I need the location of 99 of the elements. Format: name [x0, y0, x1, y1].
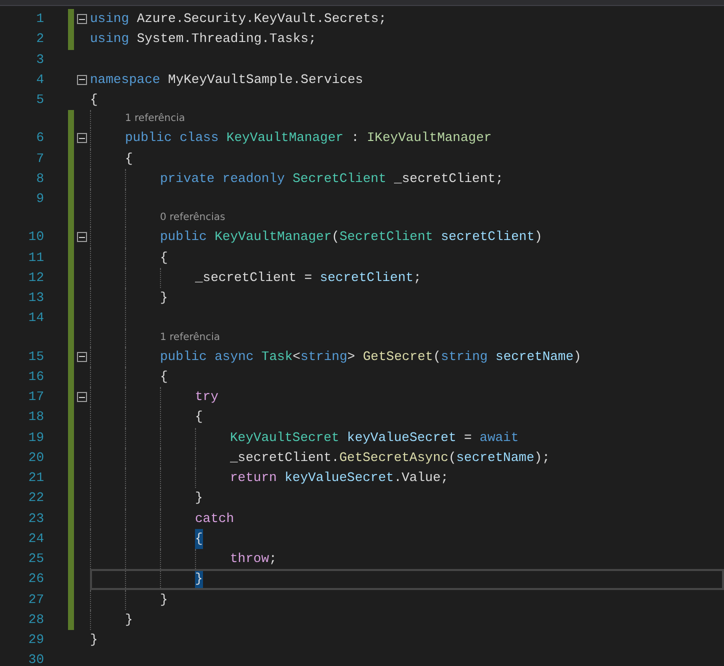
line-number: 15: [27, 348, 44, 366]
line-number: 18: [27, 408, 44, 426]
identifier: secretClient: [440, 228, 534, 246]
line-number: 23: [27, 510, 44, 528]
code-text: );: [534, 448, 550, 467]
line-number: 10: [27, 228, 44, 246]
identifier: secretClient: [320, 268, 414, 287]
code-text: System.Threading.Tasks;: [136, 30, 316, 48]
code-text: (: [332, 228, 340, 246]
type-name: KeyVaultSecret: [230, 428, 340, 446]
method-name: GetSecretAsync: [339, 448, 448, 467]
identifier: keyValueSecret: [347, 428, 456, 446]
method-name: GetSecret: [362, 348, 434, 366]
matched-brace: }: [195, 569, 203, 590]
keyword: string: [300, 348, 348, 366]
line-number: 4: [35, 70, 44, 89]
line-number: 14: [27, 309, 44, 328]
identifier: secretName: [496, 348, 574, 366]
code-text: {: [125, 150, 133, 168]
type-name: SecretClient: [339, 228, 434, 246]
code-text: _secretClient.: [230, 448, 340, 467]
keyword: await: [480, 428, 519, 446]
identifier: secretName: [456, 448, 534, 467]
reference-count-link[interactable]: 0 referências: [160, 209, 226, 228]
collapse-icon[interactable]: [77, 74, 87, 85]
line-number: 12: [27, 268, 44, 287]
keyword: public: [160, 228, 208, 246]
line-number: 9: [35, 190, 44, 208]
line-number: 2: [35, 30, 44, 48]
code-text: Azure.Security.KeyVault.Secrets;: [136, 10, 386, 28]
keyword: using: [90, 30, 130, 48]
type-name: KeyVaultManager: [226, 129, 344, 148]
line-number: 28: [27, 610, 44, 629]
code-text: :: [350, 129, 360, 148]
line-number: 25: [27, 550, 44, 568]
keyword: public async: [160, 348, 255, 366]
keyword: public class: [125, 129, 220, 148]
keyword: string: [440, 348, 489, 366]
keyword: private readonly: [160, 170, 286, 188]
line-number: 7: [35, 150, 44, 168]
type-name: KeyVaultManager: [214, 228, 332, 246]
keyword: catch: [195, 510, 234, 528]
line-number: 29: [27, 631, 44, 649]
code-text: MyKeyVaultSample.Services: [168, 70, 364, 89]
keyword: return: [230, 469, 278, 487]
collapse-icon[interactable]: [77, 133, 87, 144]
line-number: 1: [35, 10, 44, 28]
code-text: }: [125, 610, 133, 629]
line-number: 24: [27, 530, 44, 548]
code-text: {: [160, 248, 168, 266]
line-number: 26: [27, 570, 44, 588]
identifier: keyValueSecret: [284, 469, 394, 487]
line-number: 30: [27, 651, 44, 666]
code-text: <: [292, 348, 300, 366]
keyword: try: [195, 388, 218, 406]
matched-brace: {: [195, 528, 203, 549]
code-text: ;: [413, 268, 422, 287]
line-number: 13: [27, 289, 44, 307]
code-text: _secretClient;: [394, 170, 504, 188]
code-text: >: [347, 348, 356, 366]
line-number: 5: [35, 91, 44, 109]
keyword: namespace: [90, 70, 162, 89]
line-number: 17: [27, 388, 44, 406]
code-text: .Value;: [394, 469, 448, 487]
code-text: {: [160, 368, 168, 386]
collapse-icon[interactable]: [77, 232, 87, 242]
type-name: Task: [261, 348, 293, 366]
code-text: ): [534, 228, 542, 246]
line-number: 21: [27, 469, 44, 487]
code-text: ;: [269, 550, 277, 568]
code-text: {: [90, 91, 98, 109]
line-number: 27: [27, 590, 44, 608]
type-name: SecretClient: [292, 170, 388, 188]
code-text: }: [195, 489, 203, 508]
line-number: 19: [27, 428, 44, 446]
code-text: _secretClient =: [195, 268, 314, 287]
keyword: throw: [230, 550, 270, 568]
code-text: (: [433, 348, 441, 366]
line-number: 11: [27, 248, 44, 266]
reference-count-link[interactable]: 1 referência: [125, 110, 186, 128]
collapse-icon[interactable]: [77, 352, 87, 362]
code-text: }: [160, 289, 168, 307]
code-text: }: [90, 631, 98, 649]
line-number: 6: [35, 129, 44, 148]
code-text: }: [160, 590, 168, 608]
collapse-icon[interactable]: [77, 392, 87, 402]
code-text: =: [463, 428, 473, 446]
line-number: 8: [35, 170, 44, 188]
code-text: {: [195, 408, 203, 426]
line-number: 3: [35, 50, 44, 68]
code-text: (: [448, 448, 456, 467]
reference-count-link[interactable]: 1 referência: [160, 328, 220, 346]
code-text: ): [574, 348, 582, 366]
line-number: 20: [27, 448, 44, 467]
line-number: 22: [27, 489, 44, 508]
collapse-icon[interactable]: [77, 14, 87, 24]
keyword: using: [90, 10, 130, 28]
line-number: 16: [27, 368, 44, 386]
interface-name: IKeyVaultManager: [366, 129, 492, 148]
